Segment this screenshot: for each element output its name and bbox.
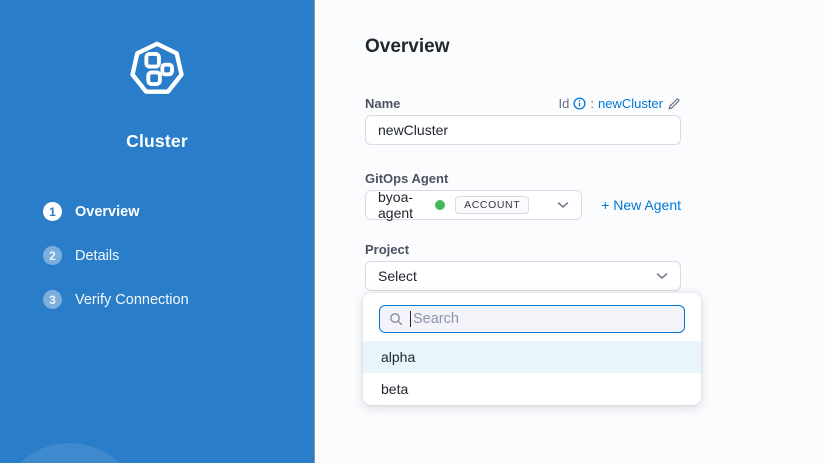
wizard-title: Cluster (0, 131, 314, 152)
health-status-dot (435, 200, 445, 210)
search-icon (389, 312, 403, 326)
step-verify-connection[interactable]: 3 Verify Connection (43, 290, 314, 309)
scope-badge: ACCOUNT (455, 196, 529, 215)
decorative-circle (0, 443, 141, 463)
project-field-group: Project Select (365, 242, 681, 291)
id-value-link[interactable]: newCluster (598, 96, 663, 111)
project-option-list: alpha beta (363, 341, 701, 405)
agent-field-group: GitOps Agent byoa-agent ACCOUNT + New Ag… (365, 171, 681, 220)
overview-step-panel: Overview Name Id : newCluster (315, 0, 825, 463)
dropdown-search-input[interactable] (410, 311, 675, 327)
identifier-row: Id : newCluster (559, 96, 682, 111)
dropdown-search-box[interactable] (379, 305, 685, 333)
agent-select-value: byoa-agent (378, 189, 435, 221)
step-details[interactable]: 2 Details (43, 246, 314, 265)
gitops-agent-label: GitOps Agent (365, 171, 448, 186)
name-field-group: Name Id : newCluster (365, 96, 681, 145)
step-label: Verify Connection (75, 292, 189, 308)
cluster-logo (0, 38, 314, 105)
step-label: Details (75, 248, 119, 264)
project-option-beta[interactable]: beta (363, 373, 701, 405)
id-label: Id (559, 96, 570, 111)
id-separator: : (590, 96, 594, 111)
cluster-hexagon-icon (126, 38, 188, 105)
agent-select[interactable]: byoa-agent ACCOUNT (365, 190, 582, 220)
project-label: Project (365, 242, 409, 257)
project-dropdown-popover: alpha beta (363, 293, 701, 405)
step-number-badge: 2 (43, 246, 62, 265)
page-title: Overview (365, 36, 825, 58)
chevron-down-icon (557, 201, 569, 209)
info-icon[interactable] (573, 97, 586, 110)
project-select-value: Select (378, 268, 656, 284)
wizard-steps: 1 Overview 2 Details 3 Verify Connection (43, 202, 314, 309)
step-number-badge: 3 (43, 290, 62, 309)
chevron-down-icon (656, 272, 668, 280)
step-label: Overview (75, 204, 140, 220)
wizard-sidebar: Cluster 1 Overview 2 Details 3 Verify Co… (0, 0, 315, 463)
edit-pencil-icon[interactable] (667, 97, 681, 111)
project-select[interactable]: Select (365, 261, 681, 291)
step-number-badge: 1 (43, 202, 62, 221)
step-overview[interactable]: 1 Overview (43, 202, 314, 221)
name-input[interactable] (365, 115, 681, 145)
project-option-alpha[interactable]: alpha (363, 341, 701, 373)
name-label: Name (365, 96, 400, 111)
new-agent-button[interactable]: + New Agent (601, 197, 681, 213)
